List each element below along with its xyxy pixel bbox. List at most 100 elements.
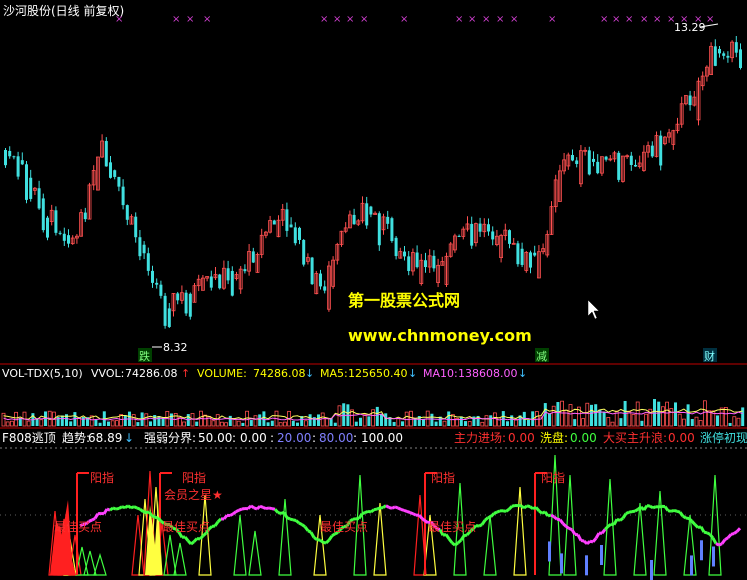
indicator-spike <box>373 502 387 576</box>
high-price-label: 13.29 <box>674 21 706 34</box>
candle-body <box>629 155 633 165</box>
trend-segment <box>385 504 390 509</box>
trend-segment <box>673 509 678 513</box>
candle-body <box>37 188 41 209</box>
volume-bar <box>724 407 728 427</box>
trend-segment <box>484 516 489 522</box>
candle-body <box>176 293 180 301</box>
volume-bar <box>551 405 556 427</box>
indicator-series <box>48 454 742 580</box>
candle-body <box>491 231 495 240</box>
candle-body <box>167 308 171 327</box>
volume-bar <box>619 418 623 426</box>
volume-bar <box>35 419 39 426</box>
big-buy-label: 大买主升浪: <box>603 430 667 445</box>
trend-segment <box>262 505 267 510</box>
volume-bar <box>107 421 110 426</box>
volume-bar <box>308 414 312 426</box>
indicator-spike <box>233 514 247 576</box>
strength-value-5: 100.00 <box>361 431 403 445</box>
indicator-blue-bar <box>585 555 588 576</box>
watermark-url: www.chnmoney.com <box>348 326 532 345</box>
candle-body <box>272 220 276 225</box>
trend-segment <box>646 504 651 508</box>
marker-jian: 减 <box>536 350 547 363</box>
candle-body <box>67 235 70 244</box>
x-marker-icon: × <box>510 14 518 25</box>
volume-bar <box>690 419 694 426</box>
vvol-label: VVOL: <box>91 367 124 380</box>
big-buy-value: 0.00 <box>668 431 695 445</box>
trend-segment <box>676 509 681 514</box>
trend-segment <box>186 539 193 546</box>
trend-segment <box>711 537 718 545</box>
trend-segment <box>720 538 727 545</box>
candle-body <box>142 244 146 254</box>
candle-body <box>596 161 600 174</box>
trend-segment <box>594 532 601 540</box>
volume-bar <box>149 421 152 426</box>
volume-bar <box>232 418 237 427</box>
candle-body <box>226 268 230 281</box>
volume-bar <box>627 411 632 427</box>
volume-bar <box>266 422 270 426</box>
volume-bar <box>69 421 73 426</box>
candle-body <box>508 230 511 244</box>
volume-bar <box>219 421 224 427</box>
trend-segment <box>286 516 291 521</box>
candle-body <box>516 243 520 265</box>
trend-segment <box>292 518 297 522</box>
trend-segment <box>361 511 366 516</box>
volume-bar <box>291 420 295 426</box>
trend-segment <box>327 534 334 542</box>
trend-segment <box>370 508 375 514</box>
volume-bar <box>560 400 564 427</box>
trend-segment <box>733 530 738 535</box>
indicator-block <box>50 500 76 575</box>
x-marker-icon: × <box>333 14 341 25</box>
trend-segment <box>213 520 220 527</box>
x-marker-icon: × <box>640 14 648 25</box>
volume-bar <box>573 419 577 426</box>
trend-segment <box>475 524 480 528</box>
volume-bar <box>442 420 447 427</box>
candle-body <box>415 252 419 268</box>
ma5-arrow-icon: ↓ <box>408 367 417 380</box>
trend-value: 68.89 <box>88 431 122 445</box>
candle-body <box>125 205 129 220</box>
volume-bar <box>249 420 253 426</box>
trend-segment <box>136 506 141 511</box>
annotation-best-buy-3: 最佳买点 <box>320 520 368 534</box>
strength-value-2: 0.00 <box>240 431 267 445</box>
candle-body <box>46 217 49 238</box>
volume-bar <box>182 421 187 427</box>
candle-body <box>243 269 247 272</box>
candle-body <box>12 156 16 158</box>
indicator-blue-bar <box>690 555 693 576</box>
trend-segment <box>102 508 109 515</box>
indicator-blue-bar <box>600 544 603 565</box>
trend-segment <box>511 504 516 508</box>
trend-segment <box>625 510 630 515</box>
volume-bar <box>375 406 379 426</box>
volume-bar <box>359 417 362 426</box>
volume-bar <box>9 420 14 427</box>
chart-canvas[interactable]: 沙河股份(日线 前复权) × × × × × × × × × × × × × × × × × × × × × × × × 13… <box>0 0 747 580</box>
candle-body <box>41 198 45 231</box>
trend-segment <box>421 517 426 522</box>
volume-bar <box>594 404 598 426</box>
volume-bar <box>434 421 438 426</box>
candle-body <box>62 233 66 241</box>
candle-body <box>722 53 726 56</box>
trend-segment <box>534 506 541 512</box>
volume-bar <box>342 403 346 426</box>
trend-segment <box>553 515 558 521</box>
candle-body <box>188 293 192 317</box>
trend-segment <box>324 539 331 545</box>
trend-segment <box>444 533 451 540</box>
candle-body <box>487 224 490 232</box>
candle-body <box>424 260 427 268</box>
limit-up-label: 涨停初现 <box>700 430 747 445</box>
candle-body <box>29 177 33 199</box>
candle-body <box>298 227 301 240</box>
